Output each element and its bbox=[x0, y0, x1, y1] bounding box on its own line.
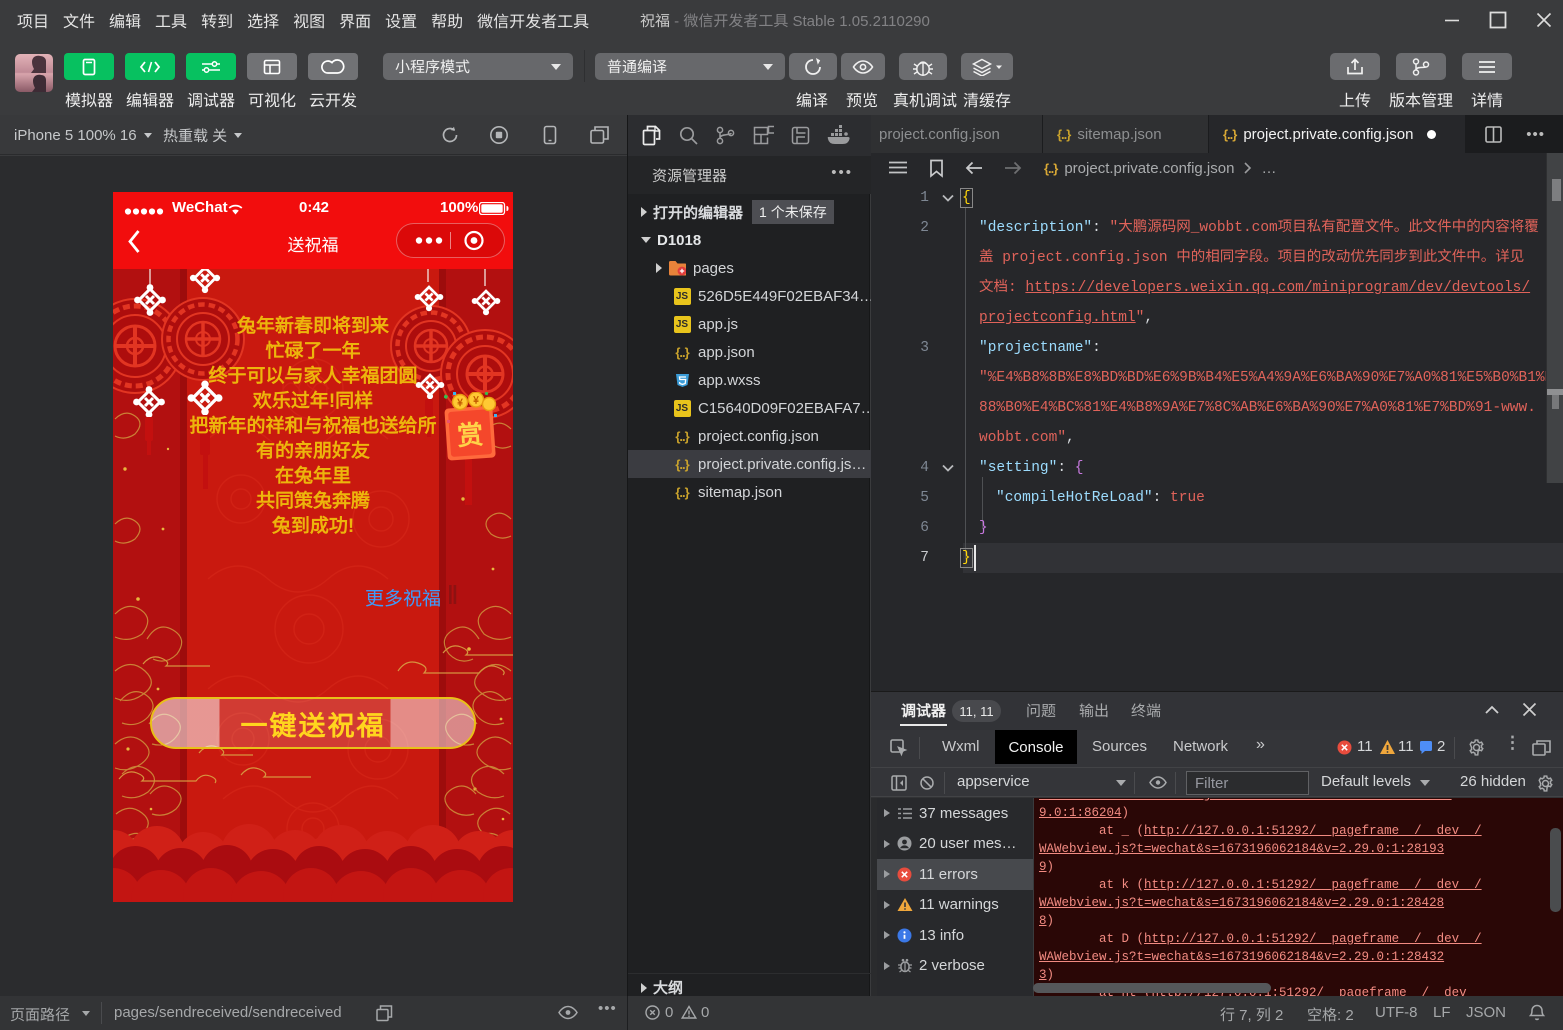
svg-text:¥: ¥ bbox=[472, 392, 479, 407]
svg-text:赏: 赏 bbox=[456, 414, 485, 453]
svg-text:¥: ¥ bbox=[456, 394, 463, 409]
